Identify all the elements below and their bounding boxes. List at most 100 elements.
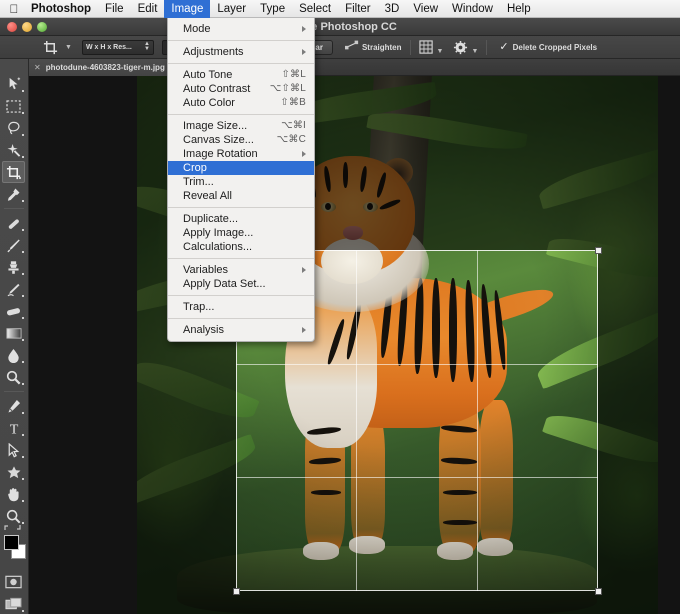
crop-tool[interactable] xyxy=(2,161,25,183)
tool-options-dot xyxy=(22,383,24,385)
canvas-area[interactable] xyxy=(29,76,680,614)
menu-edit[interactable]: Edit xyxy=(131,0,165,18)
app-title: Adobe Photoshop CC xyxy=(0,18,680,36)
tool-options-dot xyxy=(22,229,24,231)
menu-item-label: Trap... xyxy=(183,300,306,314)
document-tab[interactable]: ✕ photodune-4603823-tiger-m.jpg xyxy=(29,59,173,76)
color-swatches xyxy=(0,533,27,565)
brush-tool[interactable] xyxy=(0,234,27,256)
chevron-right-icon xyxy=(302,267,306,273)
straighten-button[interactable]: Straighten xyxy=(345,38,402,56)
menu-item-duplicate[interactable]: Duplicate... xyxy=(168,212,314,226)
eraser-tool[interactable] xyxy=(0,300,27,322)
menu-3d[interactable]: 3D xyxy=(378,0,407,18)
crop-gridline-vertical xyxy=(356,250,357,591)
menu-item-label: Variables xyxy=(183,263,302,277)
image-menu-dropdown[interactable]: Mode Adjustments Auto Tone ⇧⌘L Auto Cont… xyxy=(167,18,315,342)
menu-item-variables[interactable]: Variables xyxy=(168,263,314,277)
grid-overlay-caret-icon[interactable]: ▼ xyxy=(437,48,444,55)
swap-colors-icon[interactable] xyxy=(3,523,25,534)
blur-tool[interactable] xyxy=(0,344,27,366)
dodge-tool[interactable] xyxy=(0,366,27,388)
clone-stamp-tool[interactable] xyxy=(0,256,27,278)
menu-window[interactable]: Window xyxy=(445,0,500,18)
crop-tool-icon[interactable] xyxy=(38,38,62,57)
menu-item-canvas-size[interactable]: Canvas Size... ⌥⌘C xyxy=(168,133,314,147)
menu-item-calculations[interactable]: Calculations... xyxy=(168,240,314,254)
menu-photoshop[interactable]: Photoshop xyxy=(24,0,98,18)
marquee-tool[interactable] xyxy=(0,95,27,117)
menu-item-shortcut: ⇧⌘L xyxy=(281,68,306,82)
chevron-right-icon xyxy=(302,26,306,32)
menu-layer[interactable]: Layer xyxy=(210,0,253,18)
menu-item-apply-image[interactable]: Apply Image... xyxy=(168,226,314,240)
tool-options-dot xyxy=(22,456,24,458)
menu-item-analysis[interactable]: Analysis xyxy=(168,323,314,337)
menu-separator xyxy=(168,258,314,259)
shape-tool[interactable] xyxy=(0,461,27,483)
menu-item-auto-color[interactable]: Auto Color ⇧⌘B xyxy=(168,96,314,110)
move-tool[interactable] xyxy=(0,73,27,95)
healing-brush-tool[interactable] xyxy=(0,212,27,234)
gear-caret-icon[interactable]: ▼ xyxy=(471,48,478,55)
path-selection-tool[interactable] xyxy=(0,439,27,461)
document-tab-bar: ✕ photodune-4603823-tiger-m.jpg xyxy=(29,59,680,76)
eyedropper-tool[interactable] xyxy=(0,183,27,205)
menu-item-crop[interactable]: Crop xyxy=(168,161,314,175)
crop-preset-value: W x H x Res... xyxy=(86,44,132,51)
menu-item-label: Reveal All xyxy=(183,189,306,203)
gear-icon[interactable]: ▼ xyxy=(453,40,478,55)
gradient-tool[interactable] xyxy=(0,322,27,344)
chevron-right-icon xyxy=(302,49,306,55)
tool-options-dot xyxy=(22,610,24,612)
quick-mask-button[interactable] xyxy=(0,571,27,593)
toolbar-divider xyxy=(4,208,24,209)
chevron-right-icon xyxy=(302,327,306,333)
straighten-label: Straighten xyxy=(362,43,402,52)
tool-preset-caret-icon[interactable]: ▼ xyxy=(65,44,72,51)
menu-item-label: Mode xyxy=(183,22,302,36)
quick-selection-tool[interactable] xyxy=(0,139,27,161)
menu-type[interactable]: Type xyxy=(253,0,292,18)
menu-item-adjustments[interactable]: Adjustments xyxy=(168,45,314,59)
tool-options-dot xyxy=(22,273,24,275)
tool-options-dot xyxy=(22,251,24,253)
crop-handle-bl[interactable] xyxy=(233,588,240,595)
chevron-right-icon xyxy=(302,151,306,157)
close-icon[interactable]: ✕ xyxy=(34,63,41,72)
menu-view[interactable]: View xyxy=(406,0,445,18)
menu-item-image-rotation[interactable]: Image Rotation xyxy=(168,147,314,161)
menu-help[interactable]: Help xyxy=(500,0,538,18)
foreground-color-swatch[interactable] xyxy=(4,535,19,550)
menu-item-trap[interactable]: Trap... xyxy=(168,300,314,314)
menu-item-label: Apply Data Set... xyxy=(183,277,306,291)
history-brush-tool[interactable] xyxy=(0,278,27,300)
menu-image[interactable]: Image xyxy=(164,0,210,18)
apple-logo-icon[interactable]:  xyxy=(4,0,24,18)
menu-select[interactable]: Select xyxy=(292,0,338,18)
menu-item-auto-contrast[interactable]: Auto Contrast ⌥⇧⌘L xyxy=(168,82,314,96)
menu-item-mode[interactable]: Mode xyxy=(168,22,314,36)
menu-item-label: Auto Color xyxy=(183,96,280,110)
menu-file[interactable]: File xyxy=(98,0,131,18)
menu-item-auto-tone[interactable]: Auto Tone ⇧⌘L xyxy=(168,68,314,82)
delete-cropped-pixels-checkbox[interactable]: ✓ Delete Cropped Pixels xyxy=(499,42,597,52)
grid-overlay-icon[interactable]: ▼ xyxy=(419,40,444,55)
menu-item-image-size[interactable]: Image Size... ⌥⌘I xyxy=(168,119,314,133)
options-bar: ▼ W x H x Res... ▲▼ 1453 px Clear Straig… xyxy=(0,36,680,59)
crop-preset-select[interactable]: W x H x Res... ▲▼ xyxy=(82,40,154,55)
menu-item-reveal-all[interactable]: Reveal All xyxy=(168,189,314,203)
screen-mode-button[interactable] xyxy=(0,593,27,614)
tool-options-dot xyxy=(22,200,24,202)
document-tab-label: photodune-4603823-tiger-m.jpg xyxy=(46,63,165,72)
menu-filter[interactable]: Filter xyxy=(338,0,378,18)
pen-tool[interactable] xyxy=(0,395,27,417)
menu-item-apply-data-set[interactable]: Apply Data Set... xyxy=(168,277,314,291)
options-divider-2 xyxy=(486,40,487,55)
hand-tool[interactable] xyxy=(0,483,27,505)
menu-item-trim[interactable]: Trim... xyxy=(168,175,314,189)
lasso-tool[interactable] xyxy=(0,117,27,139)
type-tool[interactable]: T xyxy=(0,417,27,439)
crop-handle-br[interactable] xyxy=(595,588,602,595)
crop-handle-tr[interactable] xyxy=(595,247,602,254)
